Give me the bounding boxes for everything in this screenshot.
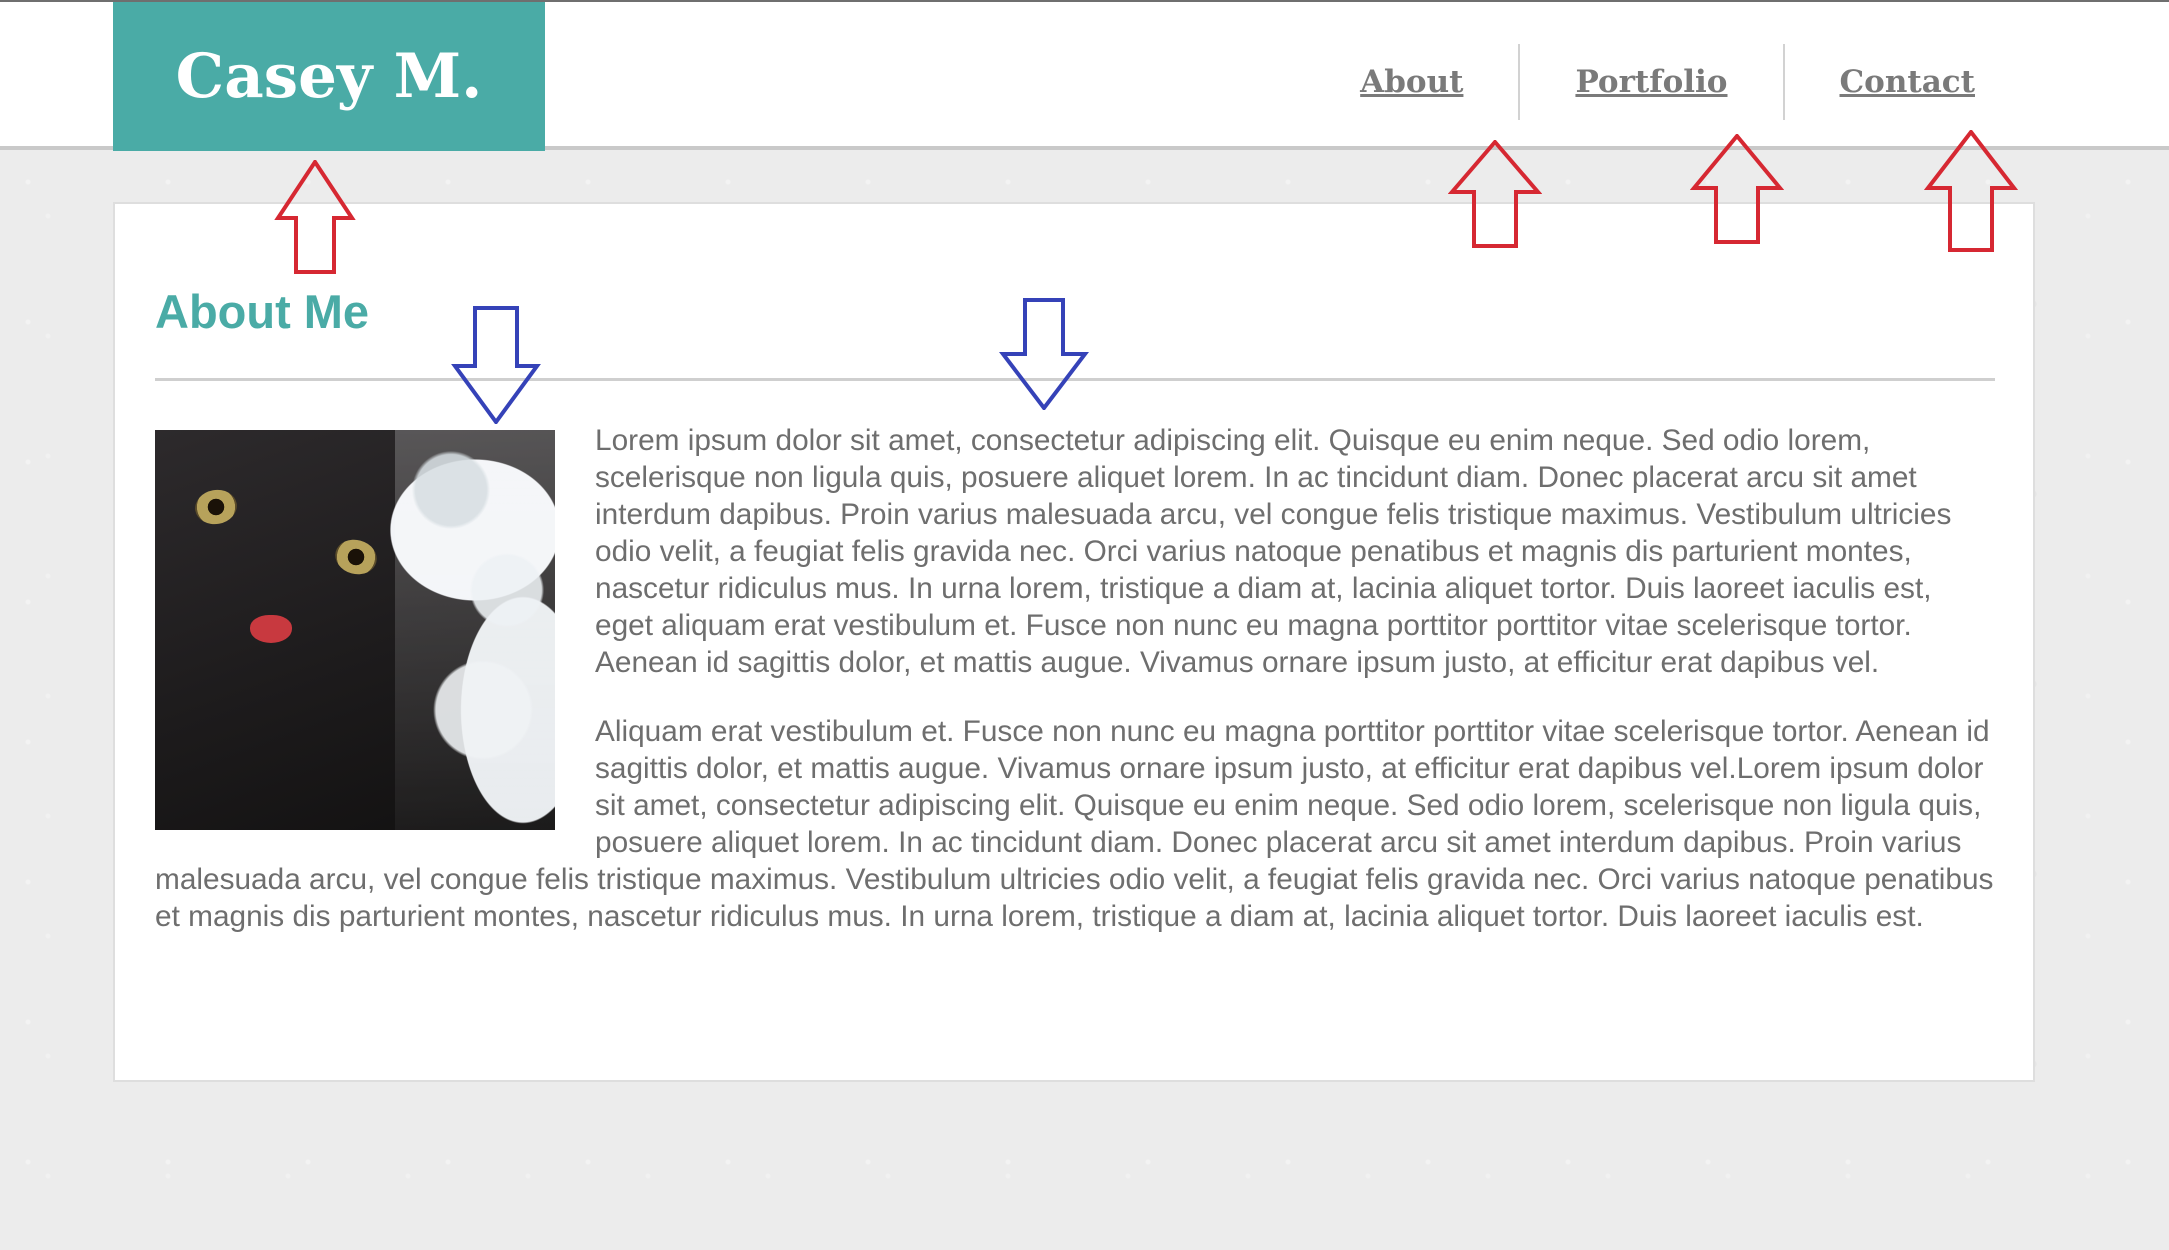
site-brand[interactable]: Casey M. [113, 2, 545, 151]
nav-portfolio-link[interactable]: Portfolio [1520, 64, 1782, 100]
down-arrow-icon [451, 306, 541, 424]
cat-eye-icon [192, 486, 240, 528]
profile-photo [155, 430, 555, 830]
snow-background [395, 430, 555, 830]
cat-tongue-icon [250, 615, 292, 643]
down-arrow-icon [999, 298, 1089, 410]
cat-eye-icon [331, 535, 381, 579]
site-header: Casey M. About Portfolio Contact [0, 0, 2169, 151]
page-title: About Me [155, 285, 370, 338]
main-nav: About Portfolio Contact [1305, 42, 2030, 122]
up-arrow-icon [274, 160, 356, 274]
up-arrow-icon [1924, 130, 2018, 252]
about-content: Lorem ipsum dolor sit amet, consectetur … [155, 422, 1997, 967]
nav-about-link[interactable]: About [1305, 64, 1518, 100]
nav-contact-link[interactable]: Contact [1785, 64, 2031, 100]
up-arrow-icon [1448, 140, 1542, 248]
up-arrow-icon [1690, 134, 1784, 244]
